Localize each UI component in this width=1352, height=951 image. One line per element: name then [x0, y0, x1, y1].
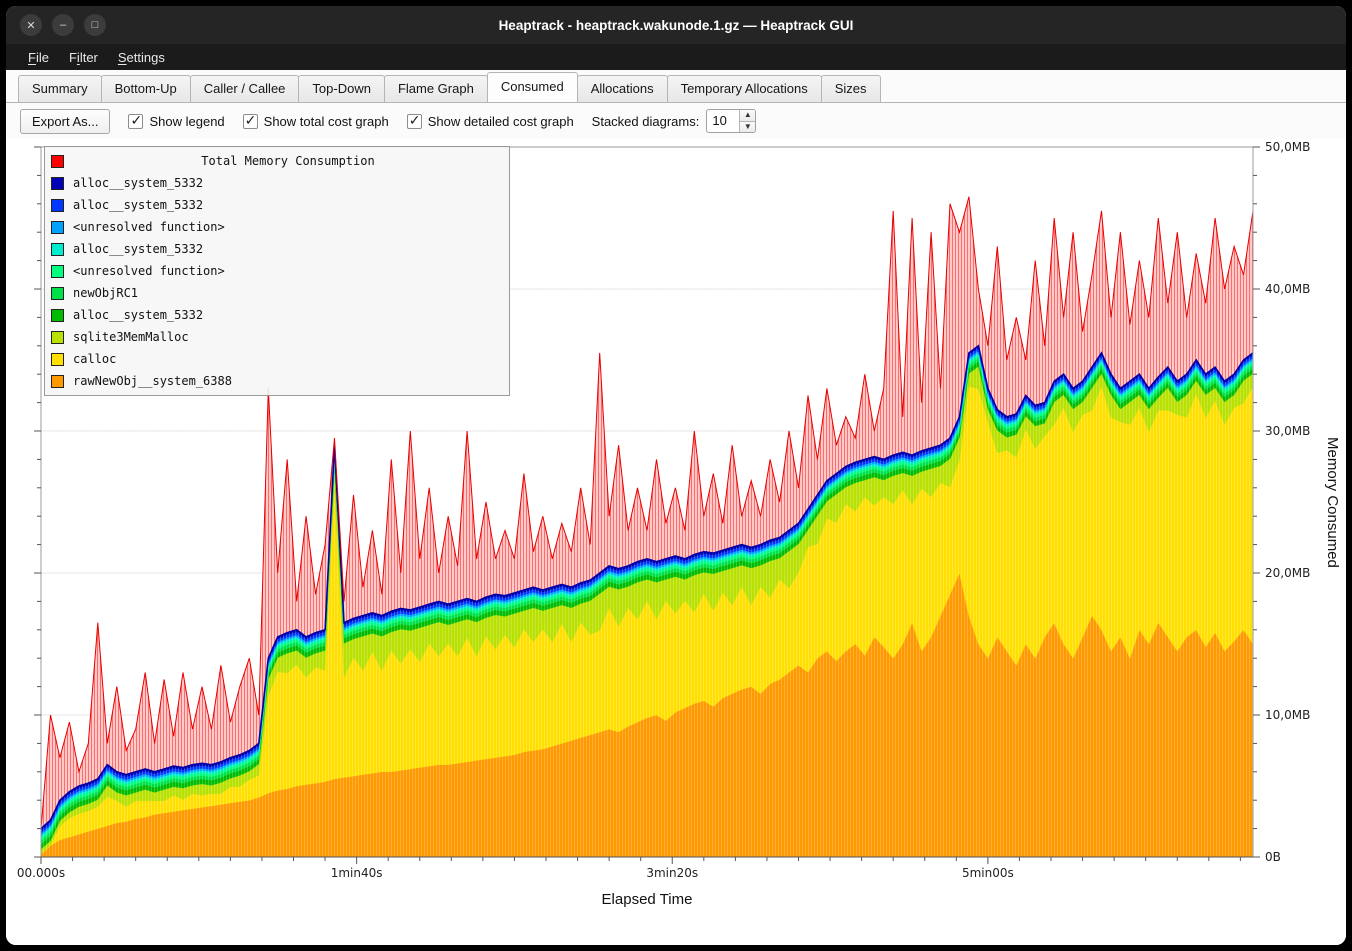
spin-up-button[interactable]: ▲ [740, 110, 755, 121]
legend-swatch [51, 177, 64, 190]
tab-temporary-allocations[interactable]: Temporary Allocations [667, 75, 822, 102]
stacked-diagrams-spinner[interactable]: 10 ▲ ▼ [706, 109, 756, 133]
spinner-arrows: ▲ ▼ [739, 110, 755, 132]
legend-swatch [51, 221, 64, 234]
y-axis-title: Memory Consumed [1324, 437, 1341, 568]
y-tick-label: 20,0MB [1265, 566, 1310, 580]
legend-title-row: Total Memory Consumption [51, 150, 503, 172]
y-tick-label: 0B [1265, 850, 1281, 864]
legend-item: alloc__system_5332 [51, 238, 503, 260]
legend-item: alloc__system_5332 [51, 172, 503, 194]
legend-label: <unresolved function> [73, 264, 225, 278]
legend-label: calloc [73, 352, 116, 366]
tab-bar: SummaryBottom-UpCaller / CalleeTop-DownF… [6, 70, 1346, 103]
legend-label: sqlite3MemMalloc [73, 330, 189, 344]
legend-swatch [51, 331, 64, 344]
legend-item: <unresolved function> [51, 260, 503, 282]
titlebar[interactable]: ✕–□ Heaptrack - heaptrack.wakunode.1.gz … [6, 6, 1346, 44]
legend-swatch [51, 243, 64, 256]
x-axis-title: Elapsed Time [41, 891, 1253, 908]
legend-label: rawNewObj__system_6388 [73, 374, 232, 388]
toolbar: Export As... Show legend Show total cost … [6, 103, 1346, 139]
legend-item: newObjRC1 [51, 282, 503, 304]
legend-label: <unresolved function> [73, 220, 225, 234]
minimize-button[interactable]: – [52, 14, 74, 36]
y-tick-label: 10,0MB [1265, 708, 1310, 722]
x-tick-label: 5min00s [962, 866, 1014, 880]
menu-filter[interactable]: Filter [59, 47, 108, 68]
stacked-diagrams-group: Stacked diagrams: 10 ▲ ▼ [592, 109, 757, 133]
menu-file[interactable]: File [18, 47, 59, 68]
legend-swatch [51, 353, 64, 366]
stacked-diagrams-label: Stacked diagrams: [592, 114, 700, 129]
legend-label: newObjRC1 [73, 286, 138, 300]
legend-swatch [51, 287, 64, 300]
spin-down-button[interactable]: ▼ [740, 121, 755, 133]
y-tick-label: 30,0MB [1265, 424, 1310, 438]
checkbox-label: Show total cost graph [264, 114, 389, 129]
x-tick-label: 3min20s [646, 866, 698, 880]
maximize-button[interactable]: □ [84, 14, 106, 36]
stacked-diagrams-value: 10 [707, 110, 739, 132]
close-button[interactable]: ✕ [20, 14, 42, 36]
legend-swatch [51, 265, 64, 278]
checkbox-label: Show legend [149, 114, 224, 129]
y-tick-label: 40,0MB [1265, 282, 1310, 296]
tab-bottom-up[interactable]: Bottom-Up [101, 75, 191, 102]
legend-item: <unresolved function> [51, 216, 503, 238]
tab-consumed[interactable]: Consumed [487, 72, 578, 102]
chart-area: 0B 10,0MB 20,0MB 30,0MB 40,0MB 50,0MB 00.000s 1… [6, 139, 1346, 945]
tab-caller-callee[interactable]: Caller / Callee [190, 75, 300, 102]
show-detailed-cost-graph-checkbox[interactable]: Show detailed cost graph [407, 114, 574, 129]
tab-allocations[interactable]: Allocations [577, 75, 668, 102]
chart-legend: Total Memory Consumption alloc__system_53… [44, 146, 510, 396]
show-total-cost-graph-checkbox[interactable]: Show total cost graph [243, 114, 389, 129]
tab-sizes[interactable]: Sizes [821, 75, 881, 102]
x-tick-label: 1min40s [331, 866, 383, 880]
legend-item: rawNewObj__system_6388 [51, 370, 503, 392]
menubar: FileFilterSettings [6, 44, 1346, 70]
window-controls: ✕–□ [20, 6, 106, 44]
legend-label: alloc__system_5332 [73, 242, 203, 256]
x-tick-label: 00.000s [17, 866, 65, 880]
legend-item: alloc__system_5332 [51, 304, 503, 326]
tab-flame-graph[interactable]: Flame Graph [384, 75, 488, 102]
window-title: Heaptrack - heaptrack.wakunode.1.gz — He… [6, 18, 1346, 33]
legend-swatch [51, 309, 64, 322]
checkbox-icon[interactable] [243, 114, 258, 129]
legend-swatch [51, 155, 64, 168]
legend-swatch [51, 375, 64, 388]
export-as-button[interactable]: Export As... [20, 109, 110, 134]
tab-top-down[interactable]: Top-Down [298, 75, 385, 102]
tab-summary[interactable]: Summary [18, 75, 102, 102]
checkbox-icon[interactable] [128, 114, 143, 129]
legend-item: sqlite3MemMalloc [51, 326, 503, 348]
show-legend-checkbox[interactable]: Show legend [128, 114, 224, 129]
y-tick-label: 50,0MB [1265, 140, 1310, 154]
legend-item: alloc__system_5332 [51, 194, 503, 216]
legend-title: Total Memory Consumption [73, 154, 503, 168]
legend-swatch [51, 199, 64, 212]
legend-label: alloc__system_5332 [73, 176, 203, 190]
screen: ✕–□ Heaptrack - heaptrack.wakunode.1.gz … [0, 0, 1352, 951]
checkbox-label: Show detailed cost graph [428, 114, 574, 129]
app-window: ✕–□ Heaptrack - heaptrack.wakunode.1.gz … [6, 6, 1346, 945]
toolbar-checkboxes: Show legend Show total cost graph Show det… [128, 114, 573, 129]
legend-label: alloc__system_5332 [73, 198, 203, 212]
legend-label: alloc__system_5332 [73, 308, 203, 322]
legend-item: calloc [51, 348, 503, 370]
checkbox-icon[interactable] [407, 114, 422, 129]
menu-settings[interactable]: Settings [108, 47, 175, 68]
